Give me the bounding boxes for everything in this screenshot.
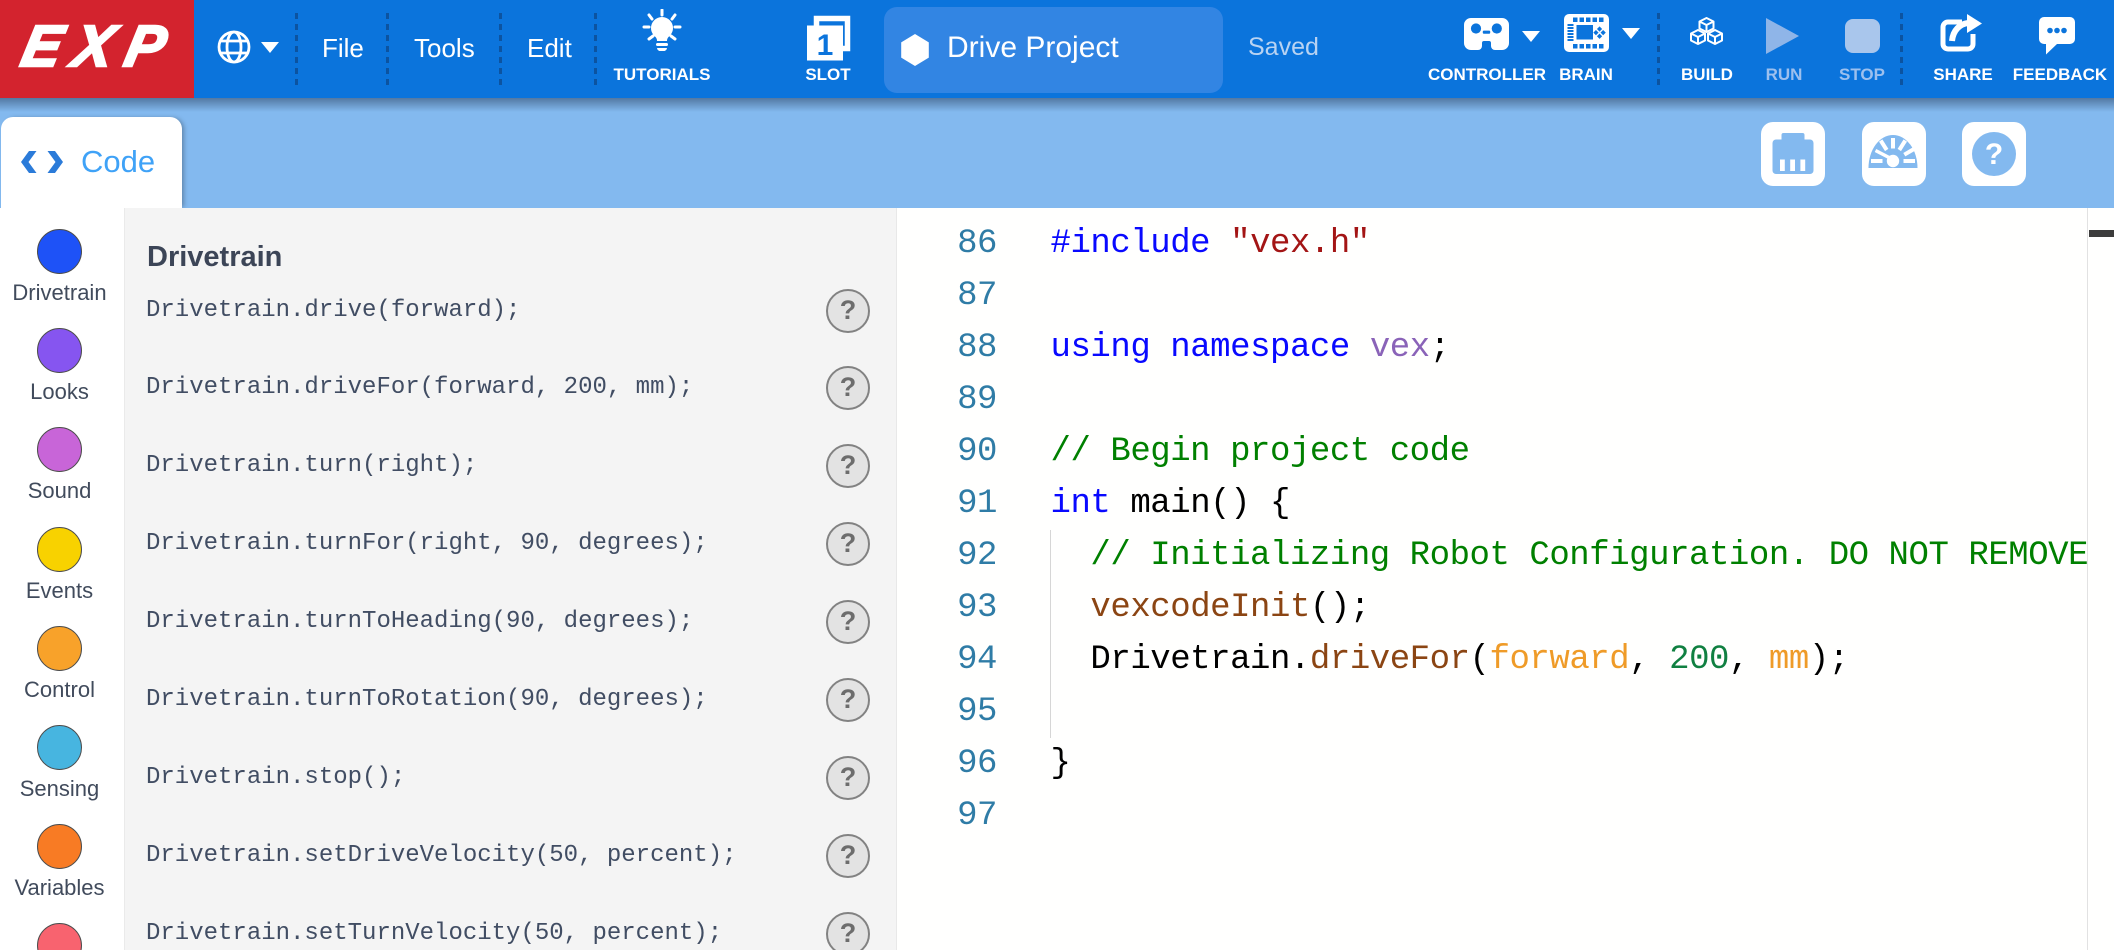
- svg-text:?: ?: [1985, 138, 2003, 171]
- svg-text:1: 1: [817, 29, 834, 62]
